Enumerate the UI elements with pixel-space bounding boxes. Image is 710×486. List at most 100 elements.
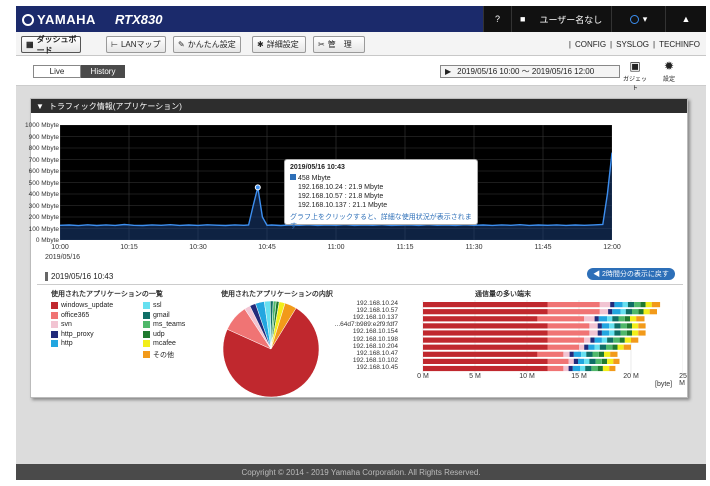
- bar-segment: [638, 330, 646, 336]
- legend-label: svn: [61, 321, 72, 328]
- bar-segment: [627, 302, 635, 308]
- gadget-button[interactable]: ▣ ガジェット: [622, 58, 648, 92]
- notification-button[interactable]: ▲: [665, 6, 706, 32]
- bar-segment: [584, 358, 590, 364]
- legend-swatch: [51, 311, 58, 319]
- user-menu[interactable]: ■ ユーザー名なし: [511, 6, 611, 32]
- bar-segment: [585, 365, 592, 372]
- gear-icon: ✱: [257, 40, 264, 49]
- nav-dashboard[interactable]: ▦ ダッシュボード: [21, 35, 81, 55]
- panel-title: トラフィック情報(アプリケーション): [48, 101, 182, 111]
- app-pie-chart[interactable]: [221, 299, 321, 399]
- app-legend-item: ms_teams: [143, 321, 185, 328]
- nav-lan-map[interactable]: ⊢ LANマップ: [106, 36, 166, 53]
- app-legend-item: svn: [51, 321, 72, 328]
- link-syslog[interactable]: SYSLOG: [616, 40, 649, 49]
- help-button[interactable]: ?: [483, 6, 511, 32]
- legend-label: その他: [153, 351, 174, 359]
- host-label: 192.168.10.154: [352, 328, 398, 336]
- legend-label: office365: [61, 311, 90, 319]
- hosts-bar-chart[interactable]: [403, 300, 683, 376]
- live-tab[interactable]: Live: [33, 65, 81, 78]
- separator: |: [653, 40, 656, 49]
- bar-segment: [584, 316, 595, 322]
- separator: |: [610, 40, 613, 49]
- tooltip-hint: グラフ上をクリックすると、詳細な使用状況が表示されます: [290, 214, 472, 230]
- host-axis-label: 10 M: [519, 373, 535, 380]
- nav-management-label: 管 理: [327, 40, 352, 49]
- y-tick-label: 300 Mbyte: [28, 202, 59, 210]
- legend-swatch: [143, 302, 150, 309]
- bar-segment: [617, 344, 624, 350]
- separator: |: [568, 40, 571, 49]
- back-to-2h-button[interactable]: ◀ 2時間分の表示に戻す: [587, 268, 675, 280]
- bar-segment: [423, 323, 548, 329]
- y-tick-label: 100 Mbyte: [28, 225, 59, 233]
- apps-list-title: 使用されたアプリケーションの一覧: [51, 291, 163, 298]
- bar-segment: [619, 337, 625, 343]
- bar-segment: [423, 316, 538, 322]
- x-axis-date: 2019/05/16: [45, 254, 81, 261]
- app-legend-item: mcafee: [143, 340, 176, 347]
- bar-segment: [588, 344, 595, 350]
- nav-easy-setup[interactable]: ✎ かんたん設定: [173, 36, 241, 53]
- bar-segment: [580, 365, 586, 372]
- hosts-title: 通信量の多い端末: [475, 291, 531, 298]
- bar-segment: [614, 323, 621, 329]
- legend-label: http: [61, 340, 73, 347]
- date-range-selector[interactable]: ▶ 2019/05/16 10:00 ～ 2019/05/16 12:00: [440, 65, 620, 78]
- bar-segment: [597, 365, 603, 372]
- bar-segment: [594, 316, 599, 322]
- top-links: | CONFIG | SYSLOG | TECHINFO: [569, 40, 700, 49]
- host-label: 192.168.10.57: [356, 307, 398, 315]
- app-window: YAMAHA RTX830 ? ■ ユーザー名なし ▾ ▲ ▦ ダッシュボード ⊢ L…: [16, 6, 706, 480]
- bar-segment: [423, 365, 548, 372]
- user-icon: ■: [520, 14, 526, 24]
- bar-segment: [631, 337, 639, 343]
- link-techinfo[interactable]: TECHINFO: [659, 40, 700, 49]
- app-legend-item: http_proxy: [51, 330, 94, 338]
- history-tab[interactable]: History: [81, 65, 125, 78]
- nav-easy-setup-label: かんたん設定: [187, 40, 236, 49]
- bar-segment: [626, 323, 632, 329]
- chevron-down-icon: ▾: [642, 13, 648, 24]
- bar-segment: [607, 358, 614, 364]
- main-nav: ▦ ダッシュボード ⊢ LANマップ ✎ かんたん設定 ✱ 詳細設定 ✂ 管 理 | CO…: [16, 32, 706, 56]
- y-tick-label: 600 Mbyte: [28, 168, 59, 175]
- bar-segment: [636, 316, 645, 322]
- bar-segment: [651, 302, 661, 308]
- host-label: 192.168.10.137: [352, 314, 398, 322]
- nav-management[interactable]: ✂ 管 理: [313, 36, 365, 53]
- bar-segment: [614, 330, 621, 336]
- nav-advanced-setup[interactable]: ✱ 詳細設定: [252, 36, 306, 53]
- bar-segment: [614, 302, 623, 308]
- x-tick-label: 10:45: [258, 244, 276, 251]
- x-tick-label: 10:00: [51, 244, 69, 251]
- bar-segment: [563, 365, 569, 372]
- bar-segment: [589, 330, 598, 336]
- legend-label: ms_teams: [153, 321, 186, 328]
- bar-segment: [568, 365, 573, 372]
- bar-segment: [601, 358, 608, 364]
- bar-segment: [547, 365, 564, 372]
- bar-segment: [581, 351, 587, 357]
- bar-segment: [613, 337, 620, 343]
- link-config[interactable]: CONFIG: [575, 40, 606, 49]
- bar-segment: [572, 365, 581, 372]
- x-tick-label: 10:15: [120, 244, 138, 251]
- y-tick-label: 0 Mbyte: [35, 237, 59, 244]
- gadget-icon: ▣: [629, 59, 641, 73]
- y-tick-label: 800 Mbyte: [28, 145, 59, 152]
- tooltip-title: 2019/05/16 10:43: [290, 164, 345, 171]
- bar-segment: [597, 330, 602, 336]
- settings-button[interactable]: ✹ 設定: [656, 58, 682, 83]
- bar-segment: [590, 337, 595, 343]
- bar-segment: [594, 344, 600, 350]
- bar-segment: [608, 309, 613, 315]
- legend-label: mcafee: [153, 340, 176, 347]
- legend-label: ssl: [153, 302, 162, 309]
- bar-segment: [643, 309, 650, 315]
- status-menu[interactable]: ▾: [611, 6, 665, 32]
- bar-segment: [601, 323, 610, 329]
- panel-header[interactable]: ▼ トラフィック情報(アプリケーション): [31, 99, 687, 113]
